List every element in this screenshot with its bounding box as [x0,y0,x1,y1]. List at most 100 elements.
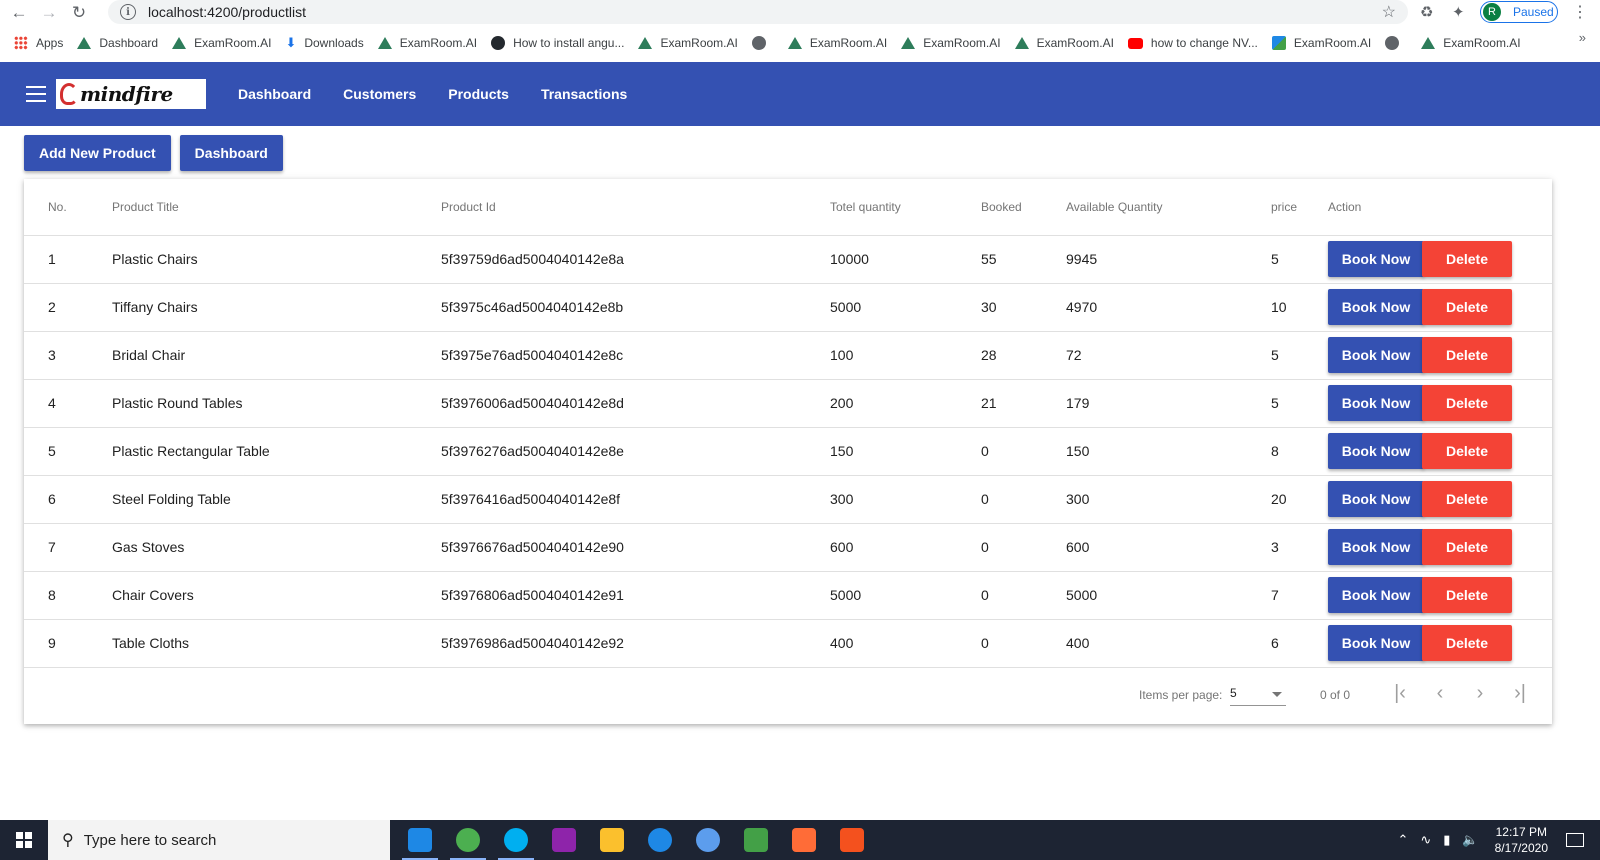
next-page-icon[interactable]: › [1468,682,1492,705]
delete-button[interactable]: Delete [1422,481,1512,517]
skype-icon [504,828,528,852]
extensions-puzzle-icon[interactable]: ✦ [1452,3,1465,21]
back-arrow-icon[interactable]: ← [8,2,30,24]
bookmark-item[interactable]: ExamRoom.AI [638,36,738,50]
cell-available-quantity: 150 [1066,427,1271,476]
wifi-icon[interactable]: ∿ [1420,832,1431,848]
book-now-button[interactable]: Book Now [1328,289,1424,325]
volume-icon[interactable]: 🔈 [1462,832,1478,848]
tray-chevron-icon[interactable]: ⌃ [1397,832,1408,848]
book-now-button[interactable]: Book Now [1328,577,1424,613]
bookmark-item[interactable]: ExamRoom.AI [1271,36,1371,50]
book-now-button[interactable]: Book Now [1328,337,1424,373]
delete-button[interactable]: Delete [1422,529,1512,565]
cell-price: 6 [1271,619,1328,668]
globe-icon [1385,36,1400,50]
cell-no: 2 [24,283,112,332]
cell-product-id: 5f3976676ad5004040142e90 [441,523,830,572]
bookmark-item[interactable] [751,36,774,50]
taskbar-app[interactable] [732,820,780,860]
page-size-select[interactable]: 5 [1230,686,1286,706]
cell-booked: 0 [981,619,1066,668]
site-info-icon[interactable]: i [120,4,136,20]
book-now-button[interactable]: Book Now [1328,625,1424,661]
bookmark-label: ExamRoom.AI [809,36,888,50]
book-now-button[interactable]: Book Now [1328,433,1424,469]
delete-button[interactable]: Delete [1422,385,1512,421]
page-range-label: 0 of 0 [1320,688,1351,702]
address-url[interactable]: localhost:4200/productlist [148,4,306,20]
bookmark-item[interactable]: Dashboard [77,36,158,50]
first-page-icon[interactable]: |‹ [1388,682,1412,705]
examroom-icon [638,37,653,49]
bookmark-label: ExamRoom.AI [660,36,738,50]
battery-icon[interactable]: ▮ [1443,832,1450,848]
search-icon: ⚲ [62,832,74,849]
taskbar-app[interactable] [396,820,444,860]
taskbar-search[interactable]: ⚲ Type here to search [48,820,390,860]
header-price: price [1271,179,1328,236]
cell-action: Book Now Delete [1328,235,1552,284]
bookmark-item[interactable]: ExamRoom.AI [1421,36,1521,50]
reload-icon[interactable]: ↻ [68,2,90,24]
examroom-icon [787,37,802,49]
taskbar-app[interactable] [492,820,540,860]
taskbar-app[interactable] [828,820,876,860]
cell-total-quantity: 400 [830,619,981,668]
extension-recycle-icon[interactable]: ♻ [1420,3,1433,21]
book-now-button[interactable]: Book Now [1328,241,1424,277]
delete-button[interactable]: Delete [1422,577,1512,613]
bookmark-item[interactable] [1385,36,1407,50]
taskbar-app[interactable] [540,820,588,860]
taskbar-app[interactable] [780,820,828,860]
delete-button[interactable]: Delete [1422,625,1512,661]
bookmark-item[interactable]: ExamRoom.AI [377,36,477,50]
header-booked: Booked [981,179,1066,236]
cell-booked: 0 [981,523,1066,572]
nav-customers[interactable]: Customers [343,86,416,102]
start-button[interactable] [0,820,48,860]
bookmark-item[interactable]: how to change NV... [1127,36,1258,50]
logo-text: mindfire [80,82,173,106]
taskbar-app[interactable] [636,820,684,860]
browser-toolbar: ← → ↻ i localhost:4200/productlist ☆ ♻ ✦… [0,0,1600,26]
bookmark-label: Dashboard [99,36,159,50]
browser-menu-icon[interactable]: ⋮ [1572,2,1588,22]
bookmark-item[interactable]: ExamRoom.AI [901,36,1001,50]
bookmark-item[interactable]: ⬇ Downloads [285,35,363,51]
delete-button[interactable]: Delete [1422,433,1512,469]
delete-button[interactable]: Delete [1422,241,1512,277]
cell-booked: 30 [981,283,1066,332]
taskbar-app[interactable] [684,820,732,860]
clock[interactable]: 12:17 PM 8/17/2020 [1495,824,1548,856]
nav-dashboard[interactable]: Dashboard [238,86,311,102]
taskbar-app[interactable] [588,820,636,860]
bookmark-item[interactable]: ExamRoom.AI [1014,36,1114,50]
nav-transactions[interactable]: Transactions [541,86,627,102]
nav-products[interactable]: Products [448,86,509,102]
book-now-button[interactable]: Book Now [1328,385,1424,421]
cell-total-quantity: 5000 [830,571,981,620]
cell-action: Book Now Delete [1328,475,1552,524]
cell-no: 7 [24,523,112,572]
menu-icon[interactable] [26,86,46,102]
notification-icon[interactable] [1566,833,1584,847]
add-new-product-button[interactable]: Add New Product [24,135,171,171]
bookmark-item[interactable]: Apps [14,36,63,50]
profile-chip[interactable]: R Paused [1480,1,1558,23]
last-page-icon[interactable]: ›| [1508,682,1532,705]
bookmark-star-icon[interactable]: ☆ [1382,2,1396,22]
bookmark-item[interactable]: ExamRoom.AI [172,36,271,50]
forward-arrow-icon[interactable]: → [38,2,60,24]
delete-button[interactable]: Delete [1422,337,1512,373]
book-now-button[interactable]: Book Now [1328,529,1424,565]
delete-button[interactable]: Delete [1422,289,1512,325]
previous-page-icon[interactable]: ‹ [1428,682,1452,705]
book-now-button[interactable]: Book Now [1328,481,1424,517]
more-bookmarks-icon[interactable]: » [1579,30,1586,45]
bookmark-item[interactable]: ExamRoom.AI [787,36,888,50]
taskbar-app[interactable] [444,820,492,860]
dashboard-button[interactable]: Dashboard [179,135,283,171]
bookmark-item[interactable]: How to install angu... [491,36,624,50]
address-bar[interactable]: i localhost:4200/productlist ☆ [108,0,1408,24]
